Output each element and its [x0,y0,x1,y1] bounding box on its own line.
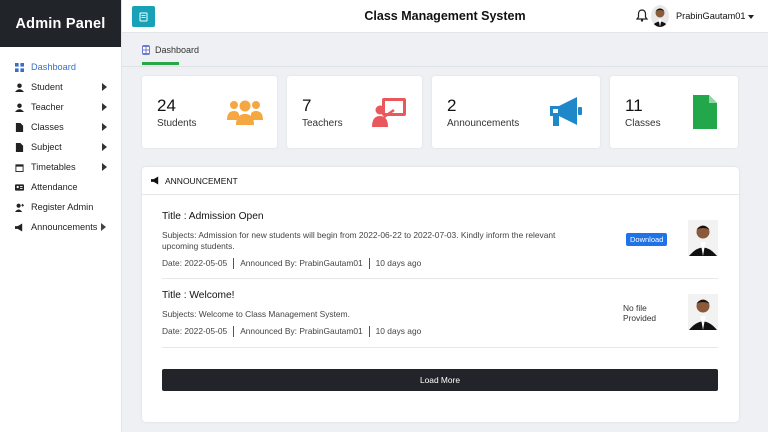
announcement-author: Announced By: PrabinGautam01 [240,326,363,336]
topbar: Class Management System PrabinGautam01 [122,0,768,33]
sidebar-item-label: Subject [31,142,62,152]
stat-card-teachers[interactable]: 7 Teachers [287,76,422,148]
sidebar-item-teacher[interactable]: Teacher [0,97,121,117]
announcement-item: Title : Admission Open Subjects: Admissi… [162,207,718,279]
file-icon [692,94,718,135]
announcement-date: Date: 2022-05-05 [162,258,228,268]
breadcrumb: Dashboard [122,33,768,67]
no-file-text: No file Provided [623,303,656,323]
dashboard-icon [15,62,24,72]
sidebar-item-label: Student [31,82,63,92]
announcement-item: Title : Welcome! Subjects: Welcome to Cl… [162,279,718,348]
id-card-icon [15,183,24,192]
dashboard-icon [142,45,150,55]
avatar[interactable] [651,5,669,27]
announcement-author: Announced By: PrabinGautam01 [240,258,363,268]
no-file-line: No file [623,303,647,313]
stat-label: Teachers [302,118,343,129]
announcement-panel-header: ANNOUNCEMENT [142,167,739,195]
announcement-panel: ANNOUNCEMENT Title : Admission Open Subj… [142,167,739,422]
announcement-subject: Subjects: Admission for new students wil… [162,230,556,251]
divider [368,258,370,269]
announcement-subject: Subjects: Welcome to Class Management Sy… [162,309,350,319]
stat-value: 11 [625,96,643,115]
brand-title: Admin Panel [0,0,121,47]
announcement-title: Title : Admission Open [162,211,264,222]
caret-right-icon [102,103,107,111]
sidebar-item-announcements[interactable]: Announcements [0,217,121,237]
megaphone-icon [151,176,159,185]
sidebar-item-label: Register Admin [31,202,94,212]
calendar-icon [15,163,24,172]
sidebar-item-dashboard[interactable]: Dashboard [0,57,121,77]
sidebar: Admin Panel Dashboard Student Teacher Cl… [0,0,122,432]
username[interactable]: PrabinGautam01 [676,11,745,21]
announcement-panel-title: ANNOUNCEMENT [165,175,238,186]
sidebar-item-register-admin[interactable]: Register Admin [0,197,121,217]
sidebar-item-classes[interactable]: Classes [0,117,121,137]
caret-right-icon [102,83,107,91]
teacher-board-icon [372,96,408,133]
stat-value: 24 [157,96,176,115]
file-icon [15,142,24,152]
announcement-date: Date: 2022-05-05 [162,326,228,336]
avatar [688,294,718,330]
active-tab-indicator [142,62,179,65]
divider [233,326,235,337]
stat-value: 7 [302,96,312,115]
no-file-line: Provided [623,313,657,323]
sidebar-item-subject[interactable]: Subject [0,137,121,157]
divider [233,258,235,269]
caret-right-icon [101,223,106,231]
sidebar-item-label: Teacher [31,102,64,112]
chevron-down-icon[interactable] [748,15,754,19]
sidebar-item-label: Dashboard [31,62,76,72]
caret-right-icon [102,143,107,151]
sidebar-item-timetables[interactable]: Timetables [0,157,121,177]
bell-icon[interactable] [635,9,649,22]
tab-label: Dashboard [154,45,199,55]
download-button[interactable]: Download [626,233,668,246]
sidebar-item-label: Timetables [31,162,76,172]
announcement-meta: Date: 2022-05-05 Announced By: PrabinGau… [162,258,421,269]
file-icon [15,122,24,132]
announcement-time: 10 days ago [375,326,422,336]
stat-label: Students [157,118,197,129]
stat-label: Announcements [447,118,520,129]
stat-card-students[interactable]: 24 Students [142,76,277,148]
caret-right-icon [102,123,107,131]
sidebar-item-label: Announcements [31,222,98,232]
avatar [688,220,718,256]
caret-right-icon [102,163,107,171]
page-title: Class Management System [364,9,526,23]
sidebar-nav: Dashboard Student Teacher Classes Subjec… [0,57,121,237]
announcement-meta: Date: 2022-05-05 Announced By: PrabinGau… [162,326,421,337]
stat-value: 2 [447,96,457,115]
user-icon [15,102,24,112]
users-icon [226,98,264,131]
divider [368,326,370,337]
stat-label: Classes [625,118,661,129]
stat-card-classes[interactable]: 11 Classes [610,76,738,148]
sidebar-item-student[interactable]: Student [0,77,121,97]
megaphone-icon [549,96,583,133]
megaphone-icon [15,222,24,232]
announcement-time: 10 days ago [375,258,422,268]
stat-card-announcements[interactable]: 2 Announcements [432,76,600,148]
sidebar-item-label: Attendance [31,182,78,192]
load-more-button[interactable]: Load More [162,369,718,391]
user-icon [15,82,24,92]
sidebar-item-label: Classes [31,122,64,132]
sidebar-item-attendance[interactable]: Attendance [0,177,121,197]
user-plus-icon [15,203,24,212]
announcement-title: Title : Welcome! [162,290,235,301]
